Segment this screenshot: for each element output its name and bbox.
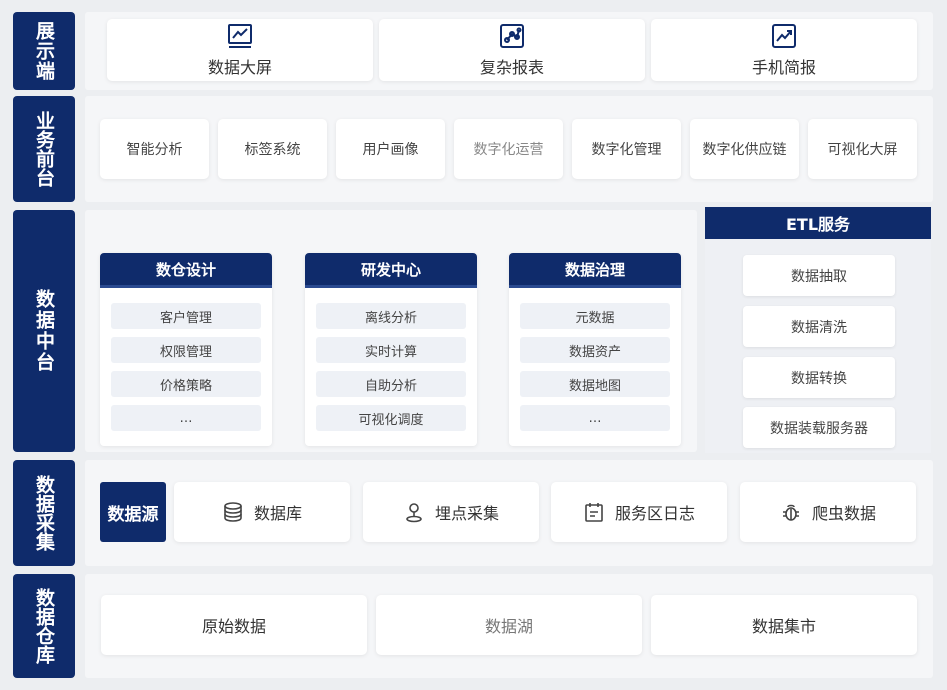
layer-label-display: 展示端 bbox=[13, 12, 75, 90]
source-card-crawler[interactable]: 爬虫数据 bbox=[740, 482, 916, 542]
group-data-governance: 数据治理 元数据 数据资产 数据地图 … bbox=[509, 253, 681, 446]
source-card-logs[interactable]: 服务区日志 bbox=[551, 482, 727, 542]
warehouse-card[interactable]: 原始数据 bbox=[101, 595, 367, 655]
bug-icon bbox=[782, 504, 799, 521]
group-item-more[interactable]: … bbox=[520, 405, 670, 431]
etl-item[interactable]: 数据抽取 bbox=[743, 255, 895, 296]
group-item[interactable]: 权限管理 bbox=[111, 337, 261, 363]
group-dw-design: 数仓设计 客户管理 权限管理 价格策略 … bbox=[100, 253, 272, 446]
source-card-database[interactable]: 数据库 bbox=[174, 482, 350, 542]
group-title: 数据治理 bbox=[509, 253, 681, 288]
display-card-label: 手机简报 bbox=[751, 58, 816, 77]
etl-item[interactable]: 数据装载服务器 bbox=[743, 407, 895, 448]
business-card[interactable]: 标签系统 bbox=[218, 119, 327, 179]
source-card-label: 埋点采集 bbox=[434, 504, 499, 523]
trend-chart-icon bbox=[772, 24, 796, 48]
business-card[interactable]: 数字化供应链 bbox=[690, 119, 799, 179]
warehouse-card[interactable]: 数据湖 bbox=[376, 595, 642, 655]
source-card-tracking[interactable]: 埋点采集 bbox=[363, 482, 539, 542]
source-card-label: 服务区日志 bbox=[614, 504, 695, 523]
data-source-label: 数据源 bbox=[100, 482, 166, 542]
etl-item[interactable]: 数据转换 bbox=[743, 357, 895, 398]
group-item[interactable]: 数据资产 bbox=[520, 337, 670, 363]
warehouse-card[interactable]: 数据集市 bbox=[651, 595, 917, 655]
group-rd-center: 研发中心 离线分析 实时计算 自助分析 可视化调度 bbox=[305, 253, 477, 446]
dashboard-chart-icon bbox=[228, 24, 252, 48]
warehouse-layer: 原始数据 数据湖 数据集市 bbox=[85, 574, 933, 678]
etl-title: ETL服务 bbox=[705, 207, 931, 239]
display-card-dashboard[interactable]: 数据大屏 bbox=[107, 19, 373, 81]
group-item[interactable]: 数据地图 bbox=[520, 371, 670, 397]
layer-label-middle: 数据中台 bbox=[13, 210, 75, 452]
display-card-report[interactable]: 复杂报表 bbox=[379, 19, 645, 81]
group-item-more[interactable]: … bbox=[111, 405, 261, 431]
group-title: 数仓设计 bbox=[100, 253, 272, 288]
group-item[interactable]: 实时计算 bbox=[316, 337, 466, 363]
business-layer: 智能分析 标签系统 用户画像 数字化运营 数字化管理 数字化供应链 可视化大屏 bbox=[85, 96, 933, 202]
source-card-label: 数据库 bbox=[253, 504, 302, 523]
layer-label-business: 业务前台 bbox=[13, 96, 75, 202]
group-item[interactable]: 离线分析 bbox=[316, 303, 466, 329]
group-item[interactable]: 可视化调度 bbox=[316, 405, 466, 431]
display-card-mobile[interactable]: 手机简报 bbox=[651, 19, 917, 81]
etl-panel: ETL服务 数据抽取 数据清洗 数据转换 数据装载服务器 bbox=[705, 207, 931, 453]
group-item[interactable]: 价格策略 bbox=[111, 371, 261, 397]
business-card[interactable]: 用户画像 bbox=[336, 119, 445, 179]
business-card[interactable]: 智能分析 bbox=[100, 119, 209, 179]
calendar-log-icon bbox=[585, 503, 603, 522]
layer-label-collection: 数据采集 bbox=[13, 460, 75, 566]
layer-label-warehouse: 数据仓库 bbox=[13, 574, 75, 678]
source-card-label: 爬虫数据 bbox=[811, 504, 876, 523]
group-item[interactable]: 自助分析 bbox=[316, 371, 466, 397]
group-item[interactable]: 元数据 bbox=[520, 303, 670, 329]
business-card[interactable]: 可视化大屏 bbox=[808, 119, 917, 179]
group-item[interactable]: 客户管理 bbox=[111, 303, 261, 329]
map-pin-icon bbox=[406, 503, 422, 523]
business-card[interactable]: 数字化管理 bbox=[572, 119, 681, 179]
display-layer: 数据大屏 复杂报表 手机简报 bbox=[85, 12, 933, 90]
group-title: 研发中心 bbox=[305, 253, 477, 288]
etl-item[interactable]: 数据清洗 bbox=[743, 306, 895, 347]
business-card[interactable]: 数字化运营 bbox=[454, 119, 563, 179]
scatter-chart-icon bbox=[500, 24, 524, 48]
database-icon bbox=[224, 502, 242, 522]
display-card-label: 复杂报表 bbox=[479, 58, 544, 77]
display-card-label: 数据大屏 bbox=[207, 58, 272, 77]
